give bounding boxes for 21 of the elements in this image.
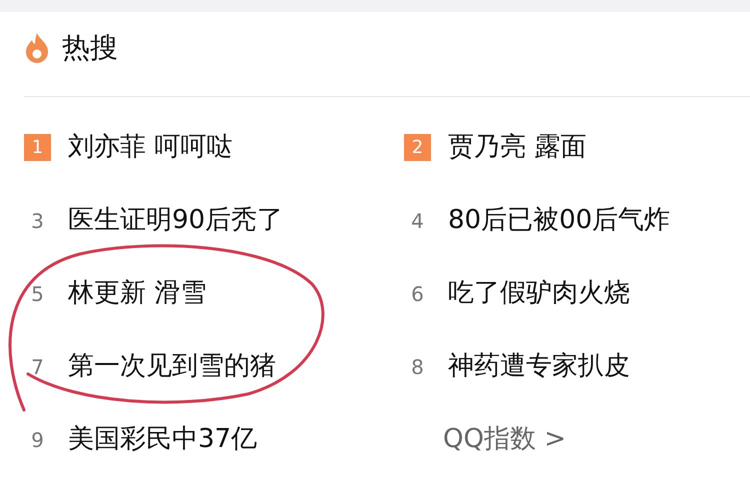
rank-badge: 2 (404, 134, 431, 161)
rank-number: 6 (410, 280, 425, 308)
trend-item[interactable]: 神药遭专家扒皮 (448, 347, 630, 386)
trend-item[interactable]: 刘亦菲 呵呵哒 (68, 128, 232, 167)
rank-number: 8 (410, 354, 425, 380)
rank-number: 3 (30, 208, 45, 234)
trend-item[interactable]: 林更新 滑雪 (68, 274, 206, 313)
rank-badge: 1 (24, 134, 51, 161)
section-title: 热搜 (62, 30, 118, 66)
flame-icon (24, 32, 50, 64)
trend-item[interactable]: 第一次见到雪的猪 (68, 347, 276, 386)
trend-item[interactable]: 美国彩民中37亿 (68, 420, 258, 459)
qq-index-link[interactable]: QQ指数 > (443, 420, 566, 459)
trend-item[interactable]: 吃了假驴肉火烧 (448, 274, 630, 313)
rank-number: 9 (30, 426, 45, 454)
rank-number: 7 (30, 354, 45, 380)
rank-number: 5 (30, 280, 45, 308)
trend-item[interactable]: 贾乃亮 露面 (448, 128, 586, 167)
rank-number: 4 (410, 208, 425, 234)
trend-item[interactable]: 医生证明90后秃了 (68, 201, 284, 240)
trend-item[interactable]: 80后已被00后气炸 (448, 201, 670, 240)
